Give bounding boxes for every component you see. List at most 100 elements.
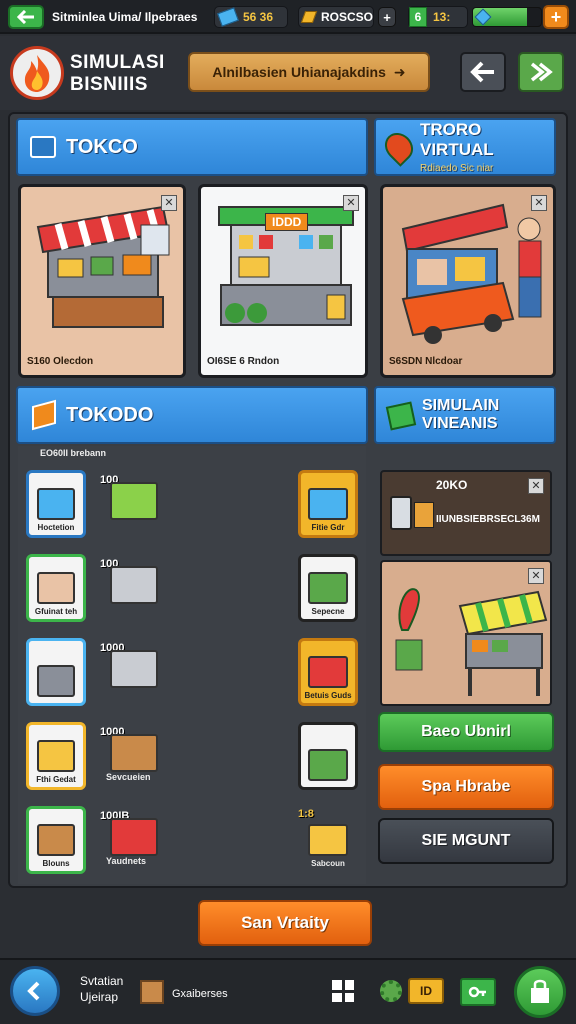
tab-simulasi-line1: SIMULAIN [422,397,500,414]
tag-icon [32,399,56,431]
inventory-mid-label: Yaudnets [106,856,147,866]
inventory-item-left[interactable] [26,638,86,706]
next-button[interactable] [518,52,564,92]
inventory-item-right[interactable]: Fitie Gdr [298,470,358,538]
shop-icon [30,136,56,158]
product-box-icon [37,740,75,772]
green-action-button[interactable]: Baeo Ubnirl [378,712,554,752]
gear-icon[interactable] [380,980,402,1002]
shop-card-3[interactable]: ✕ S6SDN Nlcdoar [380,184,556,378]
cash-icon [217,7,239,27]
arrow-right-icon: ➜ [393,63,406,80]
shopping-cart-icon [110,650,158,688]
flame-logo-icon [24,55,50,92]
currency-gold[interactable]: ROSCSO [298,6,374,28]
leaf-icon [379,127,419,167]
cash-stack-icon [385,401,417,431]
add-energy-button[interactable]: + [543,5,569,29]
arrow-left-icon [17,10,34,24]
currency-cash[interactable]: 56 36 [214,6,288,28]
main-action-button[interactable]: San Vrtaity [198,900,372,946]
card-icon [414,502,434,528]
back-arrow-icon [470,61,494,83]
shop-card-1[interactable]: ✕ S160 Olecdon [18,184,186,378]
box-label[interactable]: Gxaiberses [172,988,228,1000]
product-bundle-icon [308,488,348,520]
inventory-item-left[interactable]: Blouns [26,806,86,874]
inventory-item-left[interactable]: Fthi Gedat [26,722,86,790]
shop-card-2[interactable]: IDDD ✕ OI6SE 6 Rndon [198,184,368,378]
shopping-bag-icon [531,979,549,1003]
key-button[interactable] [460,978,496,1006]
tab-tokodo-label: TOKODO [66,403,154,426]
breadcrumb[interactable]: Sitminlea Uima/ Ilpebraes [52,10,197,24]
product-box-icon [37,572,75,604]
box-icon [140,980,164,1004]
phone-icon [390,496,412,530]
side-card-1-text: IIUNBSIEBRSECL36M [436,514,540,525]
shop-card-1-caption: S160 Olecdon [27,356,94,367]
tab-toko-label: TOKCO [66,135,138,158]
market-stall-icon [36,205,170,328]
inventory-label: EO60II brebann [40,448,107,458]
back-circle-button[interactable] [10,966,60,1016]
mission-banner[interactable]: Alnilbasien Uhianajakdins ➜ [188,52,430,92]
shopping-cart-icon [110,566,158,604]
close-card-icon[interactable]: ✕ [531,195,547,211]
inventory-item-label: Sepecne [311,607,345,616]
crate-icon [110,734,158,772]
tab-toko-virtual[interactable]: TRORO VIRTUAL Rdiaedo Sic niar [374,118,556,176]
dark-action-button[interactable]: SIE MGUNT [378,818,554,864]
close-card-icon[interactable]: ✕ [528,478,544,494]
crate-icon [110,818,158,856]
key-icon [468,986,486,998]
inventory-item-left[interactable]: Gfuinat teh [26,554,86,622]
close-card-icon[interactable]: ✕ [161,195,177,211]
side-card-1-title: 20KO [436,478,468,492]
shop-card-3-caption: S6SDN Nlcdoar [389,356,463,367]
inventory-item-label: Betuis Guds [304,691,352,700]
back-button[interactable] [8,5,44,29]
inventory-mid-label: Sevcueien [106,772,151,782]
bottom-status-line1: Svtatian [80,974,124,988]
grid-icon[interactable] [332,980,354,1002]
inventory-item-right[interactable]: Sepecne [298,554,358,622]
tab-tokodo[interactable]: TOKODO [16,386,368,444]
logo-title-line1: SIMULASI [70,52,165,73]
top-bar: Sitminlea Uima/ Ilpebraes 56 36 ROSCSO +… [0,0,576,34]
inventory-item-right[interactable] [298,722,358,790]
orange-action-button[interactable]: Spa Hbrabe [378,764,554,810]
product-bundle-icon [308,749,348,781]
produce-stall-icon [395,588,548,696]
level-value: 13: [433,10,451,24]
logo-title-line2: BISNIIIS [70,74,148,95]
inventory-item-right[interactable]: Betuis Guds [298,638,358,706]
add-currency-small[interactable]: + [378,7,396,27]
coin-label: ID [420,984,432,998]
logo[interactable] [10,46,64,100]
side-card-1[interactable]: 20KO ✕ IIUNBSIEBRSECL36M [380,470,552,556]
undo-button[interactable] [460,52,506,92]
tab-toko[interactable]: TOKCO [16,118,368,176]
tab-simulasi[interactable]: SIMULAIN VINEANIS [374,386,556,444]
coin-button[interactable]: ID [408,978,444,1004]
shop-circle-button[interactable] [514,966,566,1018]
inventory-item-label: Fitie Gdr [311,523,345,532]
double-chevron-right-icon [530,62,553,82]
gold-bar-icon [300,11,318,23]
tab-toko-virtual-subtitle: Rdiaedo Sic niar [420,163,494,174]
bottom-status-line2: Ujeirap [80,990,119,1004]
food-truck-icon [401,203,542,344]
product-bundle-icon [308,824,348,856]
tab-simulasi-line2: VINEANIS [422,415,498,432]
inventory-item-label: Blouns [42,859,70,868]
mission-banner-text: Alnilbasien Uhianajakdins [212,64,386,80]
close-card-icon[interactable]: ✕ [343,195,359,211]
inventory-item-label: Gfuinat teh [34,607,78,616]
inventory-item-left[interactable]: Hoctetion [26,470,86,538]
side-card-2[interactable]: ✕ [380,560,552,706]
product-bundle-icon [308,572,348,604]
product-box-icon [37,488,75,520]
header: SIMULASI BISNIIIS Alnilbasien Uhianajakd… [0,36,576,110]
level-badge: 6 [409,7,427,27]
